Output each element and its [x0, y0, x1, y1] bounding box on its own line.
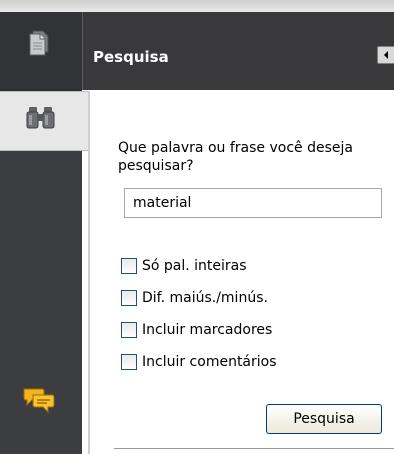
include-comments-label: Incluir comentários: [142, 354, 277, 370]
top-strip: [0, 0, 394, 12]
bottom-divider: [114, 448, 394, 449]
panel-divider: [88, 91, 90, 454]
panel-header: Pesquisa: [82, 12, 394, 90]
include-comments-checkbox[interactable]: [121, 354, 137, 370]
comments-icon[interactable]: [22, 386, 56, 416]
panel-title: Pesquisa: [93, 48, 169, 66]
option-include-bookmarks[interactable]: Incluir marcadores: [121, 320, 272, 340]
option-include-comments[interactable]: Incluir comentários: [121, 352, 277, 372]
chevron-left-icon: [384, 51, 388, 59]
include-bookmarks-label: Incluir marcadores: [142, 322, 273, 338]
case-sensitive-checkbox[interactable]: [121, 290, 137, 306]
whole-words-label: Só pal. inteiras: [142, 258, 247, 274]
whole-words-checkbox[interactable]: [121, 258, 137, 274]
collapse-panel-button[interactable]: [377, 46, 394, 64]
case-sensitive-label: Dif. maiús./minús.: [142, 290, 268, 306]
search-input[interactable]: [124, 188, 382, 218]
include-bookmarks-checkbox[interactable]: [121, 322, 137, 338]
pages-icon[interactable]: [28, 30, 50, 56]
option-case-sensitive[interactable]: Dif. maiús./minús.: [121, 288, 268, 308]
search-button[interactable]: Pesquisa: [266, 404, 382, 434]
search-prompt: Que palavra ou frase você deseja pesquis…: [118, 140, 353, 174]
binoculars-icon[interactable]: [25, 105, 57, 131]
option-whole-words[interactable]: Só pal. inteiras: [121, 256, 247, 276]
